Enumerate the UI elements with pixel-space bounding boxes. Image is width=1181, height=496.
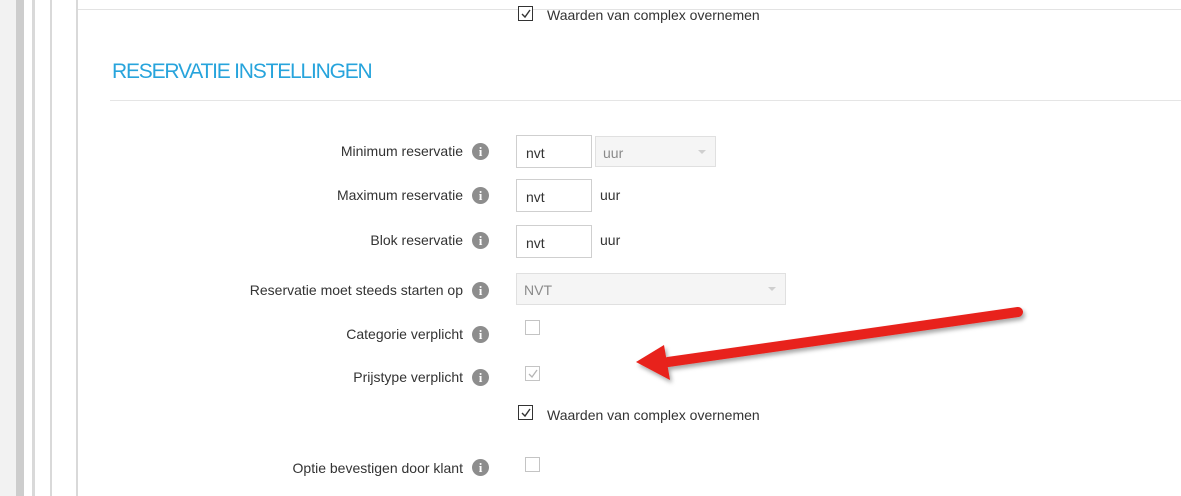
red-arrow-annotation xyxy=(636,307,1023,380)
arrow-icon xyxy=(636,307,1023,380)
